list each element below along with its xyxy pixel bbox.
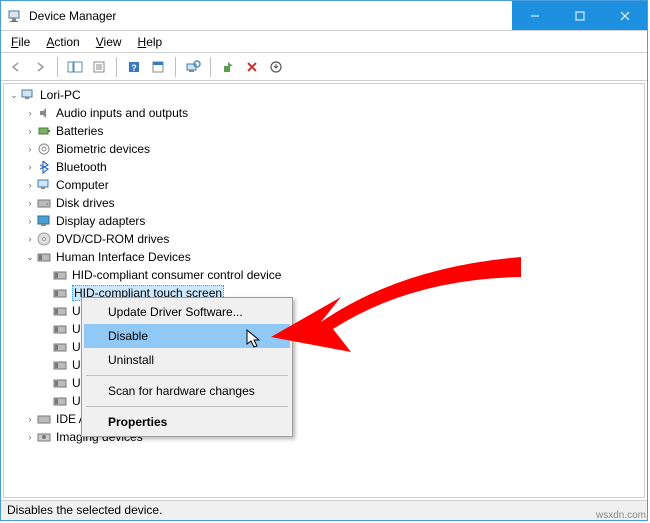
cm-separator xyxy=(86,375,288,376)
tree-item[interactable]: › Display adapters xyxy=(4,212,644,230)
expand-icon[interactable]: › xyxy=(24,126,36,136)
properties-button[interactable] xyxy=(88,56,110,78)
tree-item[interactable]: › Batteries xyxy=(4,122,644,140)
statusbar: Disables the selected device. xyxy=(1,500,647,520)
statusbar-text: Disables the selected device. xyxy=(7,503,162,517)
tree-item[interactable]: › DVD/CD-ROM drives xyxy=(4,230,644,248)
battery-icon xyxy=(36,123,52,139)
audio-icon xyxy=(36,105,52,121)
collapse-icon[interactable]: ⌄ xyxy=(8,90,20,101)
close-button[interactable] xyxy=(602,1,647,30)
expand-icon[interactable]: › xyxy=(24,108,36,118)
window-title: Device Manager xyxy=(29,9,512,23)
tree-root-label[interactable]: Lori-PC xyxy=(40,88,81,102)
expand-icon[interactable]: › xyxy=(24,180,36,190)
cm-disable[interactable]: Disable xyxy=(84,324,290,348)
toolbar-separator xyxy=(116,57,117,77)
cm-uninstall[interactable]: Uninstall xyxy=(84,348,290,372)
toolbar-separator xyxy=(57,57,58,77)
computer-icon xyxy=(36,177,52,193)
hid-icon xyxy=(52,393,68,409)
hid-icon xyxy=(52,303,68,319)
help-button[interactable]: ? xyxy=(123,56,145,78)
toolbar-separator xyxy=(175,57,176,77)
show-hide-tree-button[interactable] xyxy=(64,56,86,78)
hid-icon xyxy=(52,339,68,355)
tree-item[interactable]: › Bluetooth xyxy=(4,158,644,176)
toolbar-separator xyxy=(210,57,211,77)
expand-icon[interactable]: › xyxy=(24,198,36,208)
cm-separator xyxy=(86,406,288,407)
display-icon xyxy=(36,213,52,229)
hid-icon xyxy=(36,249,52,265)
enable-button[interactable] xyxy=(217,56,239,78)
minimize-button[interactable] xyxy=(512,1,557,30)
device-manager-window: Device Manager File Action View Help xyxy=(0,0,648,521)
cm-properties[interactable]: Properties xyxy=(84,410,290,434)
tree-item[interactable]: › Audio inputs and outputs xyxy=(4,104,644,122)
menu-file[interactable]: File xyxy=(5,33,36,51)
bluetooth-icon xyxy=(36,159,52,175)
tree-item[interactable]: › Biometric devices xyxy=(4,140,644,158)
biometric-icon xyxy=(36,141,52,157)
dvd-icon xyxy=(36,231,52,247)
disk-icon xyxy=(36,195,52,211)
cm-update-driver[interactable]: Update Driver Software... xyxy=(84,300,290,324)
expand-icon[interactable]: › xyxy=(24,234,36,244)
ide-icon xyxy=(36,411,52,427)
disable-button[interactable] xyxy=(241,56,263,78)
maximize-button[interactable] xyxy=(557,1,602,30)
hid-icon xyxy=(52,321,68,337)
imaging-icon xyxy=(36,429,52,445)
app-icon xyxy=(7,8,23,24)
back-button[interactable] xyxy=(5,56,27,78)
expand-icon[interactable]: › xyxy=(24,162,36,172)
hid-icon xyxy=(52,375,68,391)
forward-button[interactable] xyxy=(29,56,51,78)
computer-icon xyxy=(20,87,36,103)
expand-icon[interactable]: › xyxy=(24,414,36,424)
svg-text:?: ? xyxy=(131,63,137,73)
cm-scan[interactable]: Scan for hardware changes xyxy=(84,379,290,403)
toolbar: ? xyxy=(1,53,647,81)
expand-icon[interactable]: › xyxy=(24,432,36,442)
tree-item[interactable]: › Computer xyxy=(4,176,644,194)
tree-item[interactable]: HID-compliant consumer control device xyxy=(4,266,644,284)
hid-icon xyxy=(52,285,68,301)
menu-help[interactable]: Help xyxy=(132,33,169,51)
watermark: wsxdn.com xyxy=(596,510,646,521)
titlebar: Device Manager xyxy=(1,1,647,31)
tree-item[interactable]: › Disk drives xyxy=(4,194,644,212)
menubar: File Action View Help xyxy=(1,31,647,53)
menu-view[interactable]: View xyxy=(90,33,128,51)
expand-icon[interactable]: › xyxy=(24,144,36,154)
window-controls xyxy=(512,1,647,30)
tree-item-hid[interactable]: ⌄ Human Interface Devices xyxy=(4,248,644,266)
menu-action[interactable]: Action xyxy=(40,33,85,51)
properties-sheet-button[interactable] xyxy=(147,56,169,78)
tree-root[interactable]: ⌄ Lori-PC xyxy=(4,86,644,104)
collapse-icon[interactable]: ⌄ xyxy=(24,252,36,263)
hid-icon xyxy=(52,357,68,373)
hid-icon xyxy=(52,267,68,283)
expand-icon[interactable]: › xyxy=(24,216,36,226)
context-menu: Update Driver Software... Disable Uninst… xyxy=(81,297,293,437)
scan-hardware-button[interactable] xyxy=(182,56,204,78)
uninstall-button[interactable] xyxy=(265,56,287,78)
